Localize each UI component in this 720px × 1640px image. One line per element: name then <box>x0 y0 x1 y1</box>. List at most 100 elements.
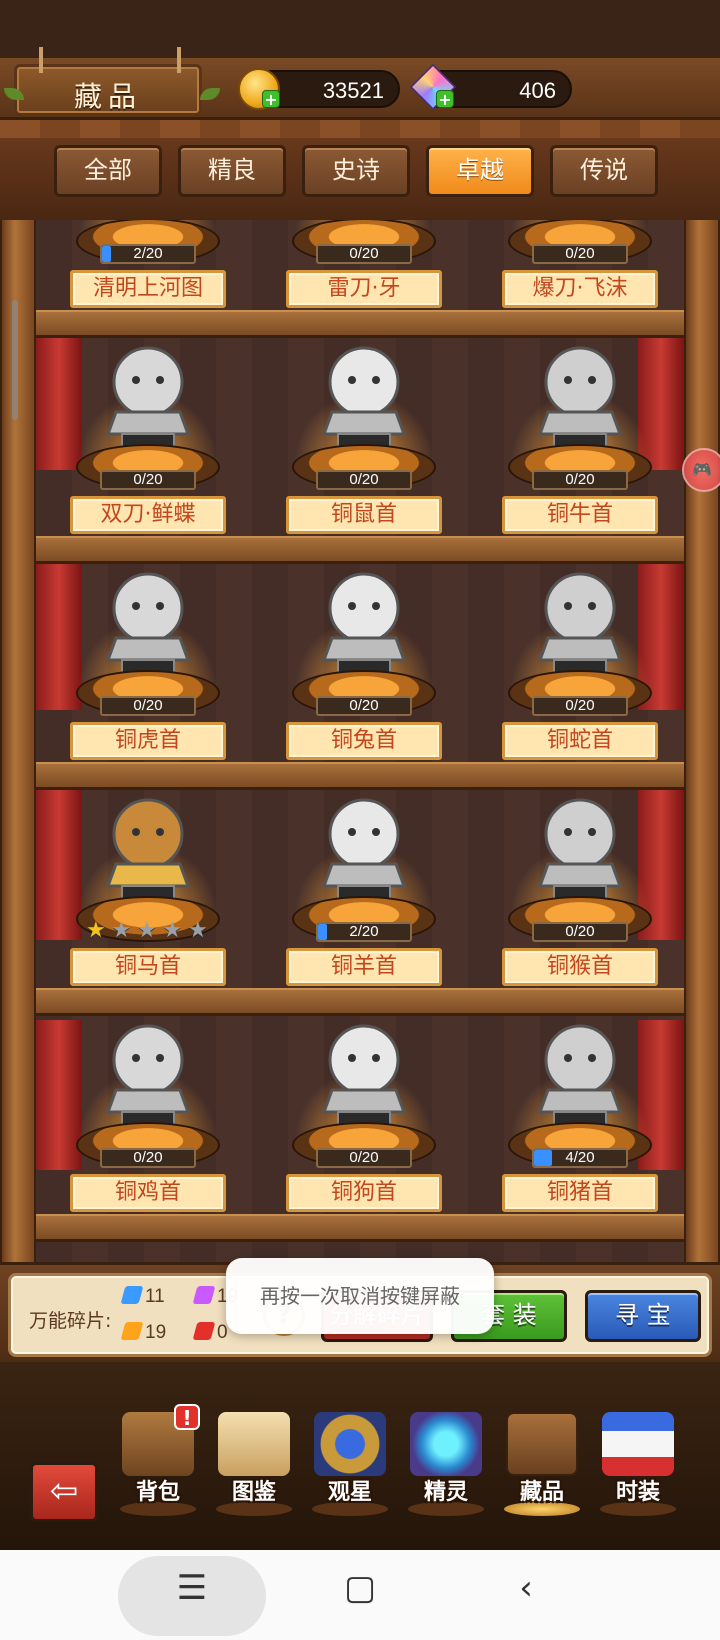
progress-text: 0/20 <box>349 245 379 262</box>
statue-figure <box>92 568 204 674</box>
collection-item[interactable]: 2/20 清明上河图 <box>70 220 226 326</box>
collection-item[interactable]: 0/20 铜鼠首 <box>286 322 442 552</box>
tab-legendary[interactable]: 传说 <box>550 145 658 197</box>
star-icon: ★ <box>188 918 208 943</box>
fragment-progress: 0/20 <box>316 696 412 716</box>
menu-icon[interactable]: ☰ <box>162 1568 222 1608</box>
floating-game-icon[interactable]: 🎮 <box>682 448 720 492</box>
star-icon: ★ <box>111 918 132 943</box>
item-name: 铜虎首 <box>70 722 226 760</box>
collection-item[interactable]: 0/20 双刀·鲜蝶 <box>70 322 226 552</box>
nav-codex[interactable]: 图鉴 <box>212 1412 296 1522</box>
treasure-chest-icon <box>506 1412 578 1476</box>
star-icon: ★ <box>86 918 106 943</box>
fragment-progress: 0/20 <box>100 696 196 716</box>
red-fragment-icon <box>192 1322 216 1340</box>
fragment-progress: 0/20 <box>316 244 412 264</box>
item-name: 雷刀·牙 <box>286 270 442 308</box>
progress-text: 2/20 <box>133 245 163 262</box>
item-name: 铜狗首 <box>286 1174 442 1212</box>
outfit-icon <box>602 1412 674 1476</box>
fragment-progress: 0/20 <box>532 922 628 942</box>
collection-item[interactable]: 0/20 雷刀·牙 <box>286 220 442 326</box>
progress-text: 0/20 <box>133 1149 163 1166</box>
statue-figure <box>308 568 420 674</box>
tab-all[interactable]: 全部 <box>54 145 162 197</box>
progress-text: 4/20 <box>565 1149 595 1166</box>
nav-stargazing[interactable]: 观星 <box>308 1412 392 1522</box>
add-gems-button[interactable]: + <box>436 90 454 108</box>
collection-item[interactable]: 2/20 铜羊首 <box>286 774 442 1004</box>
nav-collection[interactable]: 藏品 <box>500 1412 584 1522</box>
item-name: 铜羊首 <box>286 948 442 986</box>
bottom-nav: ⇦ ! 背包 图鉴 观星 精灵 藏品 时装 <box>0 1362 720 1550</box>
scrollbar[interactable] <box>12 300 18 420</box>
collection-item[interactable]: 0/20 爆刀·飞沫 <box>502 220 658 326</box>
statue-icon <box>321 798 407 900</box>
statue-icon <box>537 798 623 900</box>
fragment-progress: 0/20 <box>100 1148 196 1168</box>
statue-icon <box>537 346 623 448</box>
nav-label: 图鉴 <box>231 1480 276 1505</box>
item-name: 铜鼠首 <box>286 496 442 534</box>
collection-item[interactable]: 0/20 铜兔首 <box>286 548 442 778</box>
filter-tabs: 全部 精良 史诗 卓越 传说 <box>54 145 666 197</box>
fragment-progress: 2/20 <box>316 922 412 942</box>
collection-item[interactable]: 0/20 铜虎首 <box>70 548 226 778</box>
back-icon[interactable]: ‹ <box>496 1568 556 1608</box>
exit-button[interactable]: ⇦ <box>30 1462 98 1522</box>
progress-text: 0/20 <box>133 697 163 714</box>
red-fragment-count: 0 <box>192 1322 228 1344</box>
title-board: 藏品 <box>14 47 202 116</box>
nav-backpack[interactable]: ! 背包 <box>116 1404 200 1522</box>
tab-fine[interactable]: 精良 <box>178 145 286 197</box>
exit-icon: ⇦ <box>49 1471 79 1511</box>
add-gold-button[interactable]: + <box>262 90 280 108</box>
treasure-button[interactable]: 寻 宝 <box>585 1290 701 1342</box>
collection-item[interactable]: 0/20 铜狗首 <box>286 1000 442 1230</box>
nav-fashion[interactable]: 时装 <box>596 1412 680 1522</box>
collection-item[interactable]: 0/20 铜蛇首 <box>502 548 658 778</box>
tab-epic[interactable]: 史诗 <box>302 145 410 197</box>
progress-text: 0/20 <box>565 923 595 940</box>
collection-item[interactable]: ★ ★ ★ ★ ★ 铜马首 <box>70 774 226 1004</box>
progress-text: 0/20 <box>133 471 163 488</box>
statue-figure <box>308 342 420 448</box>
book-icon <box>218 1412 290 1476</box>
item-name: 双刀·鲜蝶 <box>70 496 226 534</box>
collection-item[interactable]: 0/20 铜牛首 <box>502 322 658 552</box>
gem-value: 406 <box>519 78 556 103</box>
fragment-progress: 0/20 <box>316 1148 412 1168</box>
screen: { "header": {"title": "藏品", "gold": "335… <box>0 0 720 1640</box>
item-name: 铜牛首 <box>502 496 658 534</box>
fragment-progress: 0/20 <box>100 470 196 490</box>
home-icon[interactable]: ▢ <box>330 1568 390 1608</box>
progress-text: 0/20 <box>349 471 379 488</box>
fragment-progress: 0/20 <box>316 470 412 490</box>
nav-label: 精灵 <box>423 1480 468 1505</box>
collection-item[interactable]: 4/20 铜猪首 <box>502 1000 658 1230</box>
item-name: 铜猪首 <box>502 1174 658 1212</box>
red-fragment-value: 0 <box>217 1322 228 1343</box>
backpack-icon: ! <box>122 1404 200 1476</box>
statue-icon <box>537 1024 623 1126</box>
item-name: 铜马首 <box>70 948 226 986</box>
item-name: 清明上河图 <box>70 270 226 308</box>
collection-shelf[interactable]: 2/20 清明上河图 0/20 雷刀·牙 0/20 爆刀·飞沫 0/20 双刀·鲜蝶 0/20 铜… <box>0 220 720 1290</box>
toast-message: 再按一次取消按键屏蔽 <box>226 1258 494 1334</box>
blue-fragment-value: 11 <box>145 1286 165 1307</box>
leaf-decoration <box>200 88 220 100</box>
statue-icon <box>537 572 623 674</box>
rope <box>177 47 181 73</box>
collection-item[interactable]: 0/20 铜猴首 <box>502 774 658 1004</box>
star-compass-icon <box>314 1412 386 1476</box>
tab-excellent[interactable]: 卓越 <box>426 145 534 197</box>
system-nav-bar: ☰ ▢ ‹ <box>0 1550 720 1640</box>
statue-icon <box>105 798 191 900</box>
nav-spirit[interactable]: 精灵 <box>404 1412 488 1522</box>
collection-item[interactable]: 0/20 铜鸡首 <box>70 1000 226 1230</box>
blue-fragment-count: 11 <box>120 1286 165 1308</box>
statue-icon <box>105 1024 191 1126</box>
gold-value: 33521 <box>322 78 384 103</box>
progress-text: 2/20 <box>349 923 379 940</box>
